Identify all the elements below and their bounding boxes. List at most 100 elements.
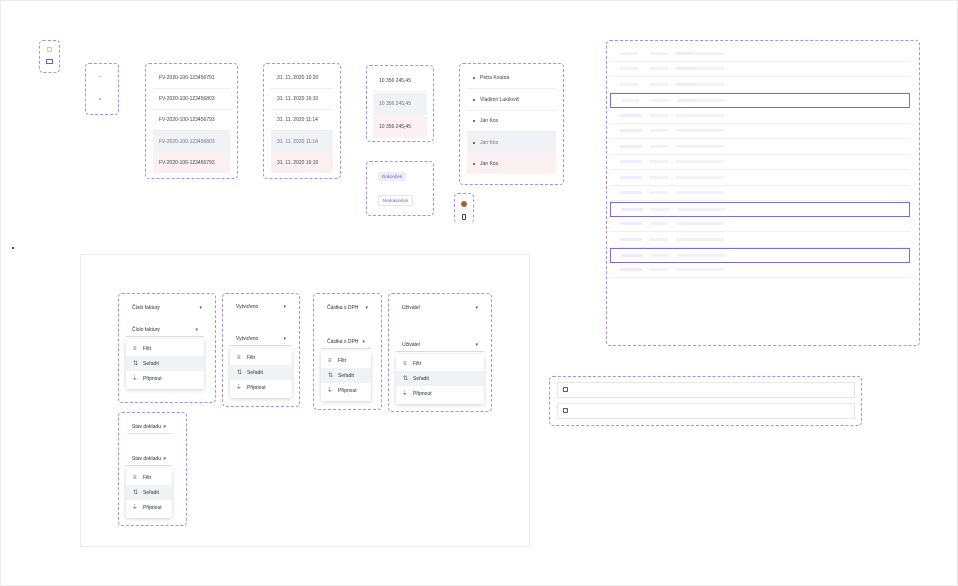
invoice-cell[interactable]: FV-2020-100-123456791 xyxy=(153,68,230,89)
table-preview-row[interactable] xyxy=(610,93,910,108)
preview-cell xyxy=(711,99,725,102)
avatar-dot xyxy=(473,99,475,101)
menu-item-filter[interactable]: ≡ Filtr xyxy=(230,350,292,365)
user-header-open[interactable]: Uživatel ▾ xyxy=(396,338,484,352)
table-preview-row[interactable] xyxy=(610,171,910,186)
checkbox-icon[interactable] xyxy=(563,387,568,392)
empty-cells-frame xyxy=(85,63,119,115)
invoice-header[interactable]: Číslo faktury ▾ xyxy=(126,301,208,315)
preview-cell xyxy=(650,268,668,271)
preview-cell xyxy=(621,99,639,102)
preview-cell xyxy=(651,99,669,102)
table-preview-row[interactable] xyxy=(610,140,910,155)
menu-item-sort[interactable]: ⇅ Seřadit xyxy=(126,485,172,500)
invoice-cell[interactable]: FV-2020-100-123456803 xyxy=(153,89,230,110)
table-preview-row[interactable] xyxy=(610,202,910,217)
table-preview-row[interactable] xyxy=(610,62,910,77)
menu-item-filter[interactable]: ≡ Filtr xyxy=(126,470,172,485)
amount-cell-selected[interactable]: 10 356 245,45 xyxy=(373,116,427,138)
menu-item-pin[interactable]: ⍊ Připnout xyxy=(126,371,204,386)
table-preview-row[interactable] xyxy=(610,124,910,139)
date-cell-hover[interactable]: 31. 11. 2020 11:14 xyxy=(271,131,333,152)
preview-cell xyxy=(650,222,668,225)
chevron-down-icon: ▾ xyxy=(283,335,286,342)
user-cell-selected[interactable]: Jan Kos xyxy=(467,153,556,174)
filter-icon: ≡ xyxy=(403,360,407,367)
preview-cell xyxy=(710,191,724,194)
preview-cell xyxy=(650,160,668,163)
menu-item-pin[interactable]: ⍊ Připnout xyxy=(396,386,484,401)
date-cell-selected[interactable]: 31. 11. 2020 16:10 xyxy=(271,152,333,173)
date-cell[interactable]: 31. 11. 2020 10:20 xyxy=(271,68,333,89)
preview-cell xyxy=(621,208,643,211)
created-header-open[interactable]: Vytvořeno ▾ xyxy=(230,332,292,346)
user-cell[interactable]: Jan Kos xyxy=(467,111,556,132)
invoice-cell[interactable]: FV-2020-100-123456793 xyxy=(153,110,230,131)
user-cell-hover[interactable]: Jan Kos xyxy=(467,132,556,153)
preview-cell xyxy=(692,176,710,179)
user-header[interactable]: Uživatel ▾ xyxy=(396,301,484,315)
preview-cell xyxy=(692,114,710,117)
table-preview-row[interactable] xyxy=(610,186,910,201)
user-name: Jan Kos xyxy=(480,139,499,146)
chevron-down-icon: ▾ xyxy=(475,341,478,348)
status-header-open[interactable]: Stav dokladu ▾ xyxy=(126,452,172,466)
menu-item-filter[interactable]: ≡ Filtr xyxy=(126,341,204,356)
preview-cell xyxy=(620,52,638,55)
preview-cell xyxy=(620,145,642,148)
preview-cell xyxy=(710,222,724,225)
filter-icon: ≡ xyxy=(237,354,241,361)
created-header[interactable]: Vytvořeno ▾ xyxy=(230,300,292,314)
user-cell[interactable]: Vladimír Lukšovič xyxy=(467,90,556,111)
menu-item-pin[interactable]: ⍊ Připnout xyxy=(126,500,172,515)
menu-item-sort[interactable]: ⇅ Seřadit xyxy=(126,356,204,371)
menu-item-sort[interactable]: ⇅ Seřadit xyxy=(230,365,292,380)
checkbox-icon[interactable] xyxy=(563,408,568,413)
amount-header-open[interactable]: Částka s DPH ▾ xyxy=(321,335,371,349)
menu-item-sort[interactable]: ⇅ Seřadit xyxy=(396,371,484,386)
pin-icon: ⍊ xyxy=(133,504,137,510)
menu-item-sort[interactable]: ⇅ Seřadit xyxy=(321,368,371,383)
table-preview-row[interactable] xyxy=(610,248,910,263)
placeholder-dash xyxy=(99,76,102,77)
preview-cell xyxy=(650,176,668,179)
table-preview-row[interactable] xyxy=(610,78,910,93)
preview-cell xyxy=(620,268,642,271)
menu-item-pin[interactable]: ⍊ Připnout xyxy=(321,383,371,398)
pin-icon: ⍊ xyxy=(237,384,241,390)
icon-variants-frame xyxy=(39,40,60,73)
table-row[interactable] xyxy=(557,403,855,419)
menu-item-filter[interactable]: ≡ Filtr xyxy=(321,353,371,368)
invoice-cell-hover[interactable]: FV-2020-100-123456803 xyxy=(153,131,230,152)
table-preview-row[interactable] xyxy=(610,217,910,232)
table-preview-row[interactable] xyxy=(610,233,910,248)
preview-cell xyxy=(693,208,711,211)
table-preview-row[interactable] xyxy=(610,155,910,170)
preview-cell xyxy=(651,254,669,257)
mail-icon[interactable] xyxy=(46,59,53,64)
status-column-menu: ≡ Filtr ⇅ Seřadit ⍊ Připnout xyxy=(126,468,172,518)
invoice-cell-selected[interactable]: FV-2020-100-123456793 xyxy=(153,152,230,173)
table-preview-row[interactable] xyxy=(610,109,910,124)
table-preview-row[interactable] xyxy=(610,47,910,62)
preview-cell xyxy=(650,145,668,148)
preview-cell xyxy=(620,160,642,163)
user-cell[interactable]: Petra Koutná xyxy=(467,68,556,89)
menu-item-filter[interactable]: ≡ Filtr xyxy=(396,356,484,371)
amount-header[interactable]: Částka s DPH ▾ xyxy=(321,301,374,315)
table-row[interactable] xyxy=(557,382,855,398)
amount-cell[interactable]: 10 356 245,45 xyxy=(373,70,427,92)
preview-cell xyxy=(692,129,710,132)
invoice-header-open[interactable]: Číslo faktury ▾ xyxy=(126,323,204,337)
avatar-dot xyxy=(473,120,475,122)
menu-item-pin[interactable]: ⍊ Připnout xyxy=(230,380,292,395)
preview-cell xyxy=(620,83,638,86)
preview-cell xyxy=(710,238,724,241)
date-cell[interactable]: 31. 11. 2020 16:10 xyxy=(271,89,333,110)
checkbox-icon[interactable] xyxy=(47,47,52,52)
amount-cell-hover[interactable]: 10 356 245,45 xyxy=(373,93,427,115)
date-cell[interactable]: 31. 11. 2020 11:14 xyxy=(271,110,333,131)
preview-cell xyxy=(692,222,710,225)
table-preview-row[interactable] xyxy=(610,263,910,278)
status-header[interactable]: Stav dokladu ▾ xyxy=(126,420,172,434)
